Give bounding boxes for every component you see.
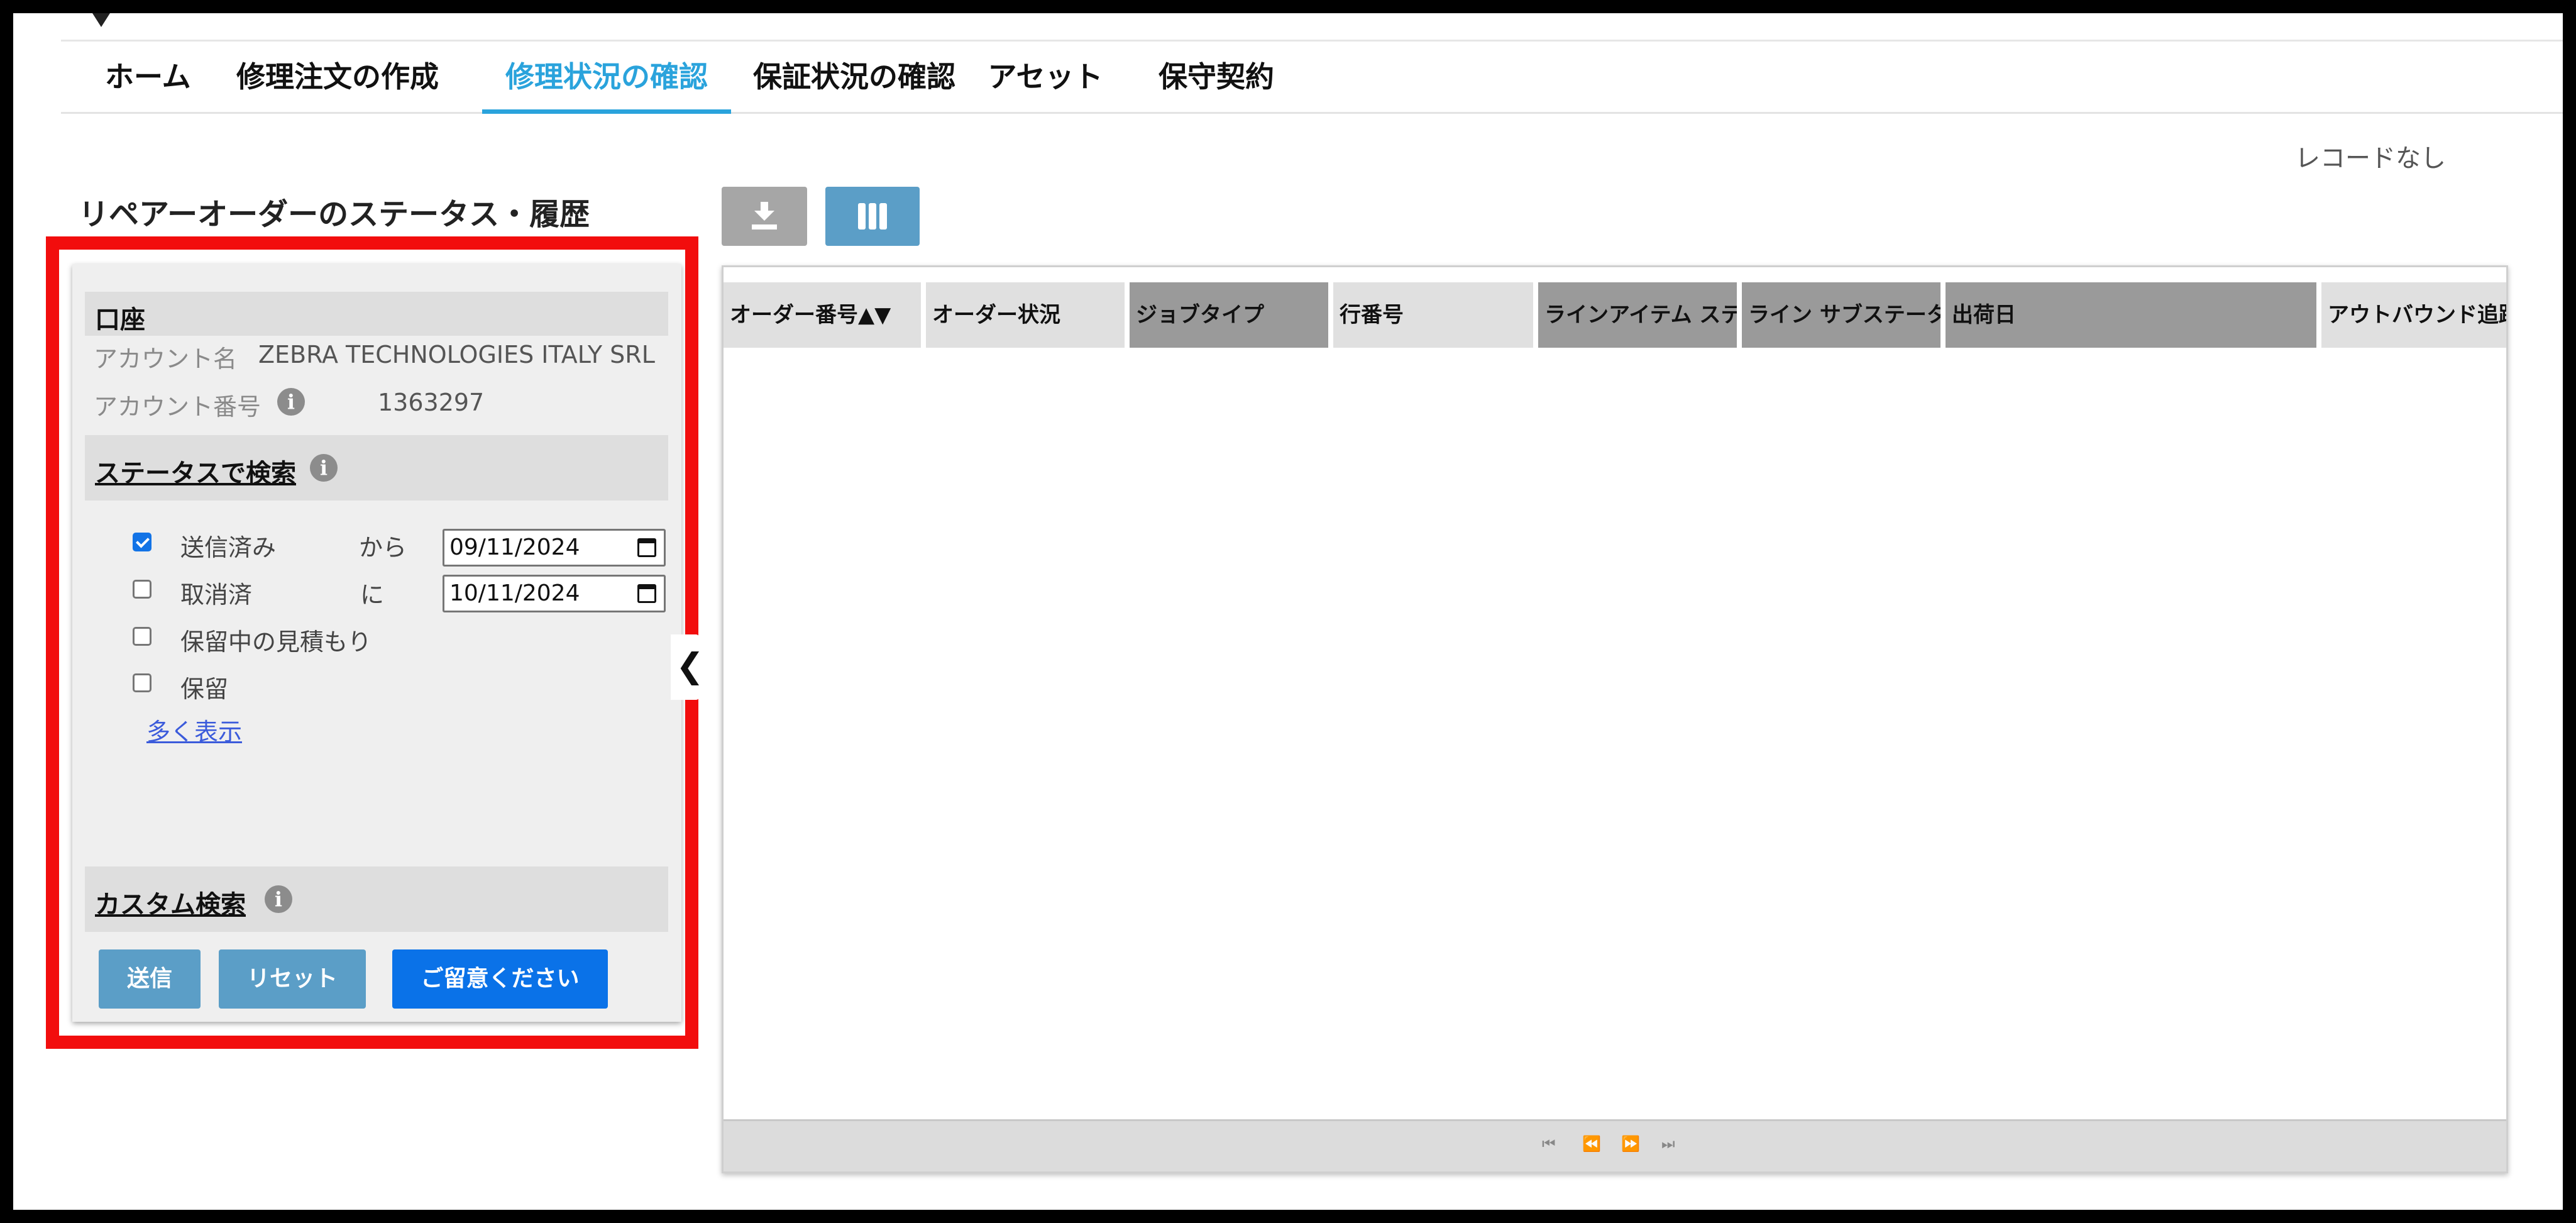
- app-frame: ホーム 修理注文の作成 修理状況の確認 保証状況の確認 アセット 保守契約 レコ…: [13, 13, 2563, 1210]
- column-header-order-status[interactable]: オーダー状況: [926, 282, 1125, 348]
- red-highlight-frame: [46, 236, 698, 1049]
- column-header-ship-date[interactable]: 出荷日: [1946, 282, 2316, 348]
- nav-active-underline: [482, 109, 731, 114]
- column-header-line-item-status[interactable]: ラインアイテム ステ: [1538, 282, 1737, 348]
- nav-repair-status[interactable]: 修理状況の確認: [482, 42, 731, 114]
- column-header-outbound-tracking[interactable]: アウトバウンド追跡: [2321, 282, 2506, 348]
- page-title: リペアーオーダーのステータス・履歴: [79, 197, 590, 232]
- records-status: レコードなし: [2295, 144, 2446, 173]
- orders-grid: オーダー番号▲▼ オーダー状況 ジョブタイプ 行番号 ラインアイテム ステ ライ…: [722, 265, 2508, 1173]
- column-header-order-number[interactable]: オーダー番号▲▼: [724, 282, 921, 348]
- nav-maintenance-contract[interactable]: 保守契約: [1159, 42, 1274, 112]
- first-page-icon[interactable]: ⏮: [1542, 1135, 1556, 1153]
- download-icon: [752, 202, 777, 230]
- column-header-job-type[interactable]: ジョブタイプ: [1130, 282, 1328, 348]
- chevron-left-icon: ❮: [676, 646, 705, 685]
- column-header-line-number[interactable]: 行番号: [1333, 282, 1533, 348]
- nav-home[interactable]: ホーム: [105, 42, 191, 112]
- collapse-panel-toggle[interactable]: ❮: [671, 634, 704, 700]
- columns-icon: [858, 203, 887, 230]
- caret-icon: [92, 13, 110, 27]
- main-navigation: ホーム 修理注文の作成 修理状況の確認 保証状況の確認 アセット 保守契約: [61, 42, 2563, 114]
- next-page-icon[interactable]: ⏩: [1621, 1135, 1640, 1153]
- last-page-icon[interactable]: ⏭: [1661, 1135, 1675, 1153]
- nav-assets[interactable]: アセット: [988, 42, 1103, 112]
- download-button[interactable]: [722, 187, 807, 246]
- grid-header: オーダー番号▲▼ オーダー状況 ジョブタイプ 行番号 ラインアイテム ステ ライ…: [724, 282, 2506, 348]
- nav-repair-status-label: 修理状況の確認: [505, 60, 708, 94]
- columns-button[interactable]: [825, 187, 920, 246]
- grid-pager: ⏮ ⏪ ⏩ ⏭: [724, 1119, 2506, 1171]
- previous-page-icon[interactable]: ⏪: [1582, 1135, 1601, 1153]
- nav-warranty-status[interactable]: 保証状況の確認: [747, 42, 961, 112]
- column-header-line-substatus[interactable]: ライン サブステータ: [1742, 282, 1940, 348]
- nav-create-repair-order[interactable]: 修理注文の作成: [231, 42, 444, 112]
